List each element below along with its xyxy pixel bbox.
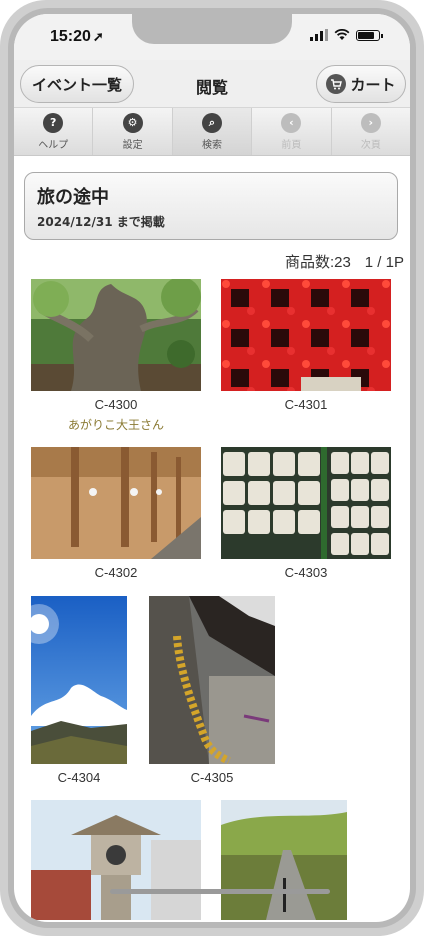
screen: 15:20 ➚ イベント一覧 閲覧 カート ? ヘルプ ⚙ 設定 ⌕ 検索 ‹ … — [14, 14, 410, 922]
event-header: 旅の途中 2024/12/31 まで掲載 — [24, 172, 398, 240]
notch — [132, 14, 292, 44]
item-code: C-4304 — [57, 770, 101, 785]
photo-thumbnail[interactable] — [31, 447, 201, 559]
help-label: ヘルプ — [38, 139, 69, 151]
settings-label: 設定 — [122, 139, 143, 151]
photo-thumbnail[interactable] — [221, 447, 391, 559]
toolbar: ? ヘルプ ⚙ 設定 ⌕ 検索 ‹ 前頁 › 次頁 — [14, 108, 410, 156]
photo-item[interactable]: C-4301 — [221, 279, 391, 412]
photo-thumbnail[interactable] — [31, 279, 201, 391]
status-icons — [310, 29, 383, 41]
settings-tool-button[interactable]: ⚙ 設定 — [93, 108, 173, 155]
battery-icon — [356, 29, 383, 41]
photo-thumbnail[interactable] — [149, 596, 275, 764]
item-code: C-4300 — [94, 397, 138, 412]
photo-item[interactable]: C-4304 — [31, 596, 127, 785]
wifi-icon — [334, 29, 350, 40]
next-page-label: 次頁 — [360, 139, 381, 151]
photo-thumbnail[interactable] — [221, 279, 391, 391]
photo-thumbnail[interactable] — [31, 596, 127, 764]
chevron-left-icon: ‹ — [281, 112, 302, 133]
item-code: C-4305 — [190, 770, 234, 785]
item-code: C-4302 — [94, 565, 138, 580]
search-label: 検索 — [202, 139, 223, 151]
cart-button[interactable]: カート — [316, 65, 406, 103]
prev-page-label: 前頁 — [281, 139, 302, 151]
help-tool-button[interactable]: ? ヘルプ — [14, 108, 94, 155]
photo-item[interactable] — [221, 800, 347, 920]
item-count: 商品数:23 — [284, 254, 351, 271]
item-author: あがりこ大王さん — [67, 418, 164, 432]
status-time: 15:20 ➚ — [50, 28, 104, 46]
cart-label: カート — [350, 75, 396, 94]
navigation-bar: イベント一覧 閲覧 カート — [14, 60, 410, 108]
location-arrow-icon: ➚ — [92, 29, 104, 44]
event-title: 旅の途中 — [37, 187, 109, 208]
photo-item[interactable]: C-4300 あがりこ大王さん — [31, 279, 201, 433]
item-code: C-4303 — [284, 565, 328, 580]
page-indicator: 1 / 1P — [364, 254, 404, 271]
chevron-right-icon: › — [360, 112, 381, 133]
phone-frame: 15:20 ➚ イベント一覧 閲覧 カート ? ヘルプ ⚙ 設定 ⌕ 検索 ‹ … — [0, 0, 424, 936]
photo-item[interactable]: C-4303 — [221, 447, 391, 580]
cellular-signal-icon — [310, 29, 328, 41]
photo-thumbnail[interactable] — [31, 800, 201, 920]
photo-thumbnail[interactable] — [221, 800, 347, 920]
home-indicator[interactable] — [110, 889, 330, 894]
event-deadline: 2024/12/31 まで掲載 — [37, 215, 165, 229]
listing-summary: 商品数:23 1 / 1P — [285, 251, 404, 272]
search-icon: ⌕ — [202, 112, 223, 133]
next-page-tool-button[interactable]: › 次頁 — [332, 108, 410, 155]
photo-item[interactable]: C-4305 — [149, 596, 275, 785]
prev-page-tool-button[interactable]: ‹ 前頁 — [252, 108, 332, 155]
clock-text: 15:20 — [50, 28, 91, 45]
item-code: C-4301 — [284, 397, 328, 412]
search-tool-button[interactable]: ⌕ 検索 — [172, 108, 253, 155]
photo-item[interactable] — [31, 800, 201, 920]
photo-item[interactable]: C-4302 — [31, 447, 201, 580]
gear-icon: ⚙ — [122, 112, 143, 133]
cart-icon — [326, 74, 347, 94]
help-icon: ? — [43, 112, 64, 133]
